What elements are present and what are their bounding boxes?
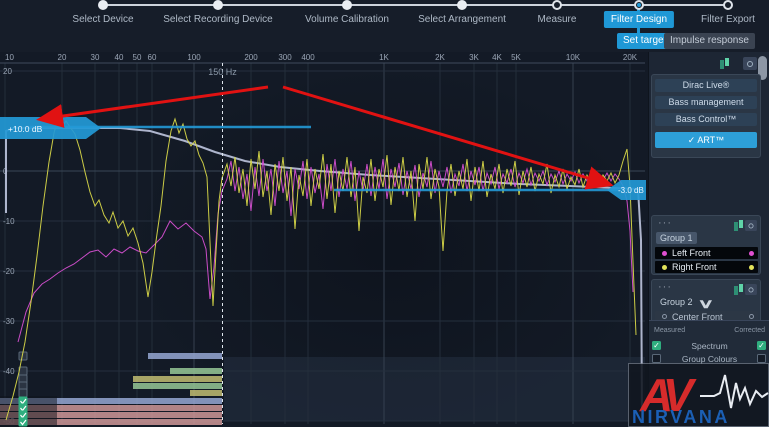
speaker-row-left-front[interactable]: Left Front [655,247,758,259]
step-dot-0[interactable] [98,0,108,10]
freq-tick-label: 300 [278,53,292,62]
freq-tick-label: 3K [469,53,479,62]
cursor-frequency-label: 150 Hz [208,67,237,77]
target-handle-plus10-label: +10.0 dB [8,124,43,134]
step-label-select-device[interactable]: Select Device [72,14,133,25]
step-dot-4[interactable] [552,0,562,10]
group-name[interactable]: Group 1 [656,232,697,244]
speaker-range-bar [170,368,222,374]
step-dot-1[interactable] [213,0,223,10]
step-label-volume-calibration[interactable]: Volume Calibration [305,14,389,25]
legend-checkbox-corrected-group-colours[interactable] [757,354,766,363]
step-navigation: Select Device Select Recording Device Volu… [0,0,769,52]
speaker-range-bar [133,383,222,389]
group-colors-icon[interactable] [720,58,732,70]
group-card-1: ··· Group 1 Left Front Right Front [651,215,761,275]
speaker-range-bar [133,376,222,382]
freq-tick-label: 10K [566,53,581,62]
freq-tick-label: 20 [58,53,67,62]
freq-tick-label: 30 [91,53,100,62]
freq-tick-label: 20K [623,53,638,62]
step-label-measure[interactable]: Measure [538,14,577,25]
speaker-color-dot [662,251,667,256]
freq-tick-label: 100 [187,53,201,62]
freq-tick-label: 400 [301,53,315,62]
subtab-impulse-response[interactable]: Impulse response [664,33,755,49]
legend-checkbox-measured-spectrum[interactable]: ✓ [652,341,661,350]
freq-tick-label: 200 [244,53,258,62]
freq-tick-label: 60 [148,53,157,62]
tech-button-art[interactable]: ✓ ART™ [655,132,757,148]
step-dot-2[interactable] [342,0,352,10]
tech-button-diraclive[interactable]: Dirac Live® [655,79,757,92]
freq-tick-label: 1K [379,53,389,62]
gear-icon[interactable] [743,57,757,70]
chevron-down-icon[interactable]: ∨ [697,296,714,312]
speaker-row-right-front[interactable]: Right Front [655,261,758,273]
av-nirvana-logo: AV NIRVANA [628,363,769,427]
legend-row-label: Spectrum [649,341,769,351]
db-tick-label: -40 [3,367,15,376]
logo-nirvana-text: NIRVANA [632,407,730,427]
group-visibility-icon[interactable] [745,220,757,231]
speaker-color-dot [749,251,754,256]
db-tick-label: -10 [3,217,15,226]
freq-tick-label: 50 [133,53,142,62]
speaker-range-bar [190,390,222,396]
speaker-checkbox[interactable] [19,389,27,397]
freq-tick-label: 10 [5,53,14,62]
tech-button-basscontrol[interactable]: Bass Control™ [655,113,757,126]
group-menu-icon[interactable]: ··· [658,219,672,227]
dirac-live-window: { "nav": { "steps": [ {"label":"Select D… [0,0,769,427]
speaker-color-dot [662,265,667,270]
db-tick-label: -20 [3,267,15,276]
db-tick-label: 20 [3,67,12,76]
speaker-empty-ring [662,314,667,319]
legend-checkbox-corrected-spectrum[interactable]: ✓ [757,341,766,350]
freq-tick-label: 40 [115,53,124,62]
db-tick-label: -30 [3,317,15,326]
step-dot-5[interactable] [634,0,644,10]
measured-column-label: Measured [654,327,685,334]
speaker-name: Left Front [672,248,711,258]
step-label-select-arrangement[interactable]: Select Arrangement [418,14,506,25]
tech-button-bassmanagement[interactable]: Bass management [655,96,757,109]
step-dot-3[interactable] [457,0,467,10]
step-label-filter-design[interactable]: Filter Design [604,11,674,28]
target-handle-minus3-label: -3.0 dB [618,186,644,195]
frequency-response-chart[interactable]: 10 20 30 40 50 60 100 200 300 400 1K 2K 3K 4K 5K 10K 20K… [0,52,648,427]
meter-panel-right [224,357,645,421]
group-visibility-icon[interactable] [745,284,757,295]
corrected-column-label: Corrected [734,327,765,334]
group-menu-icon[interactable]: ··· [658,283,672,291]
speaker-name: Right Front [672,262,717,272]
step-label-filter-export[interactable]: Filter Export [701,14,755,25]
legend-checkbox-measured-group-colours[interactable] [652,354,661,363]
step-label-select-recording-device[interactable]: Select Recording Device [163,14,273,25]
freq-tick-label: 2K [435,53,445,62]
freq-tick-label: 5K [511,53,521,62]
speaker-range-bar [148,353,222,359]
technology-card: Dirac Live® Bass management Bass Control™ ✓… [651,74,761,158]
freq-tick-label: 4K [492,53,502,62]
step-dot-6[interactable] [723,0,733,10]
speaker-empty-ring [749,314,754,319]
group-name[interactable]: Group 2 [656,296,697,308]
speaker-color-dot [749,265,754,270]
